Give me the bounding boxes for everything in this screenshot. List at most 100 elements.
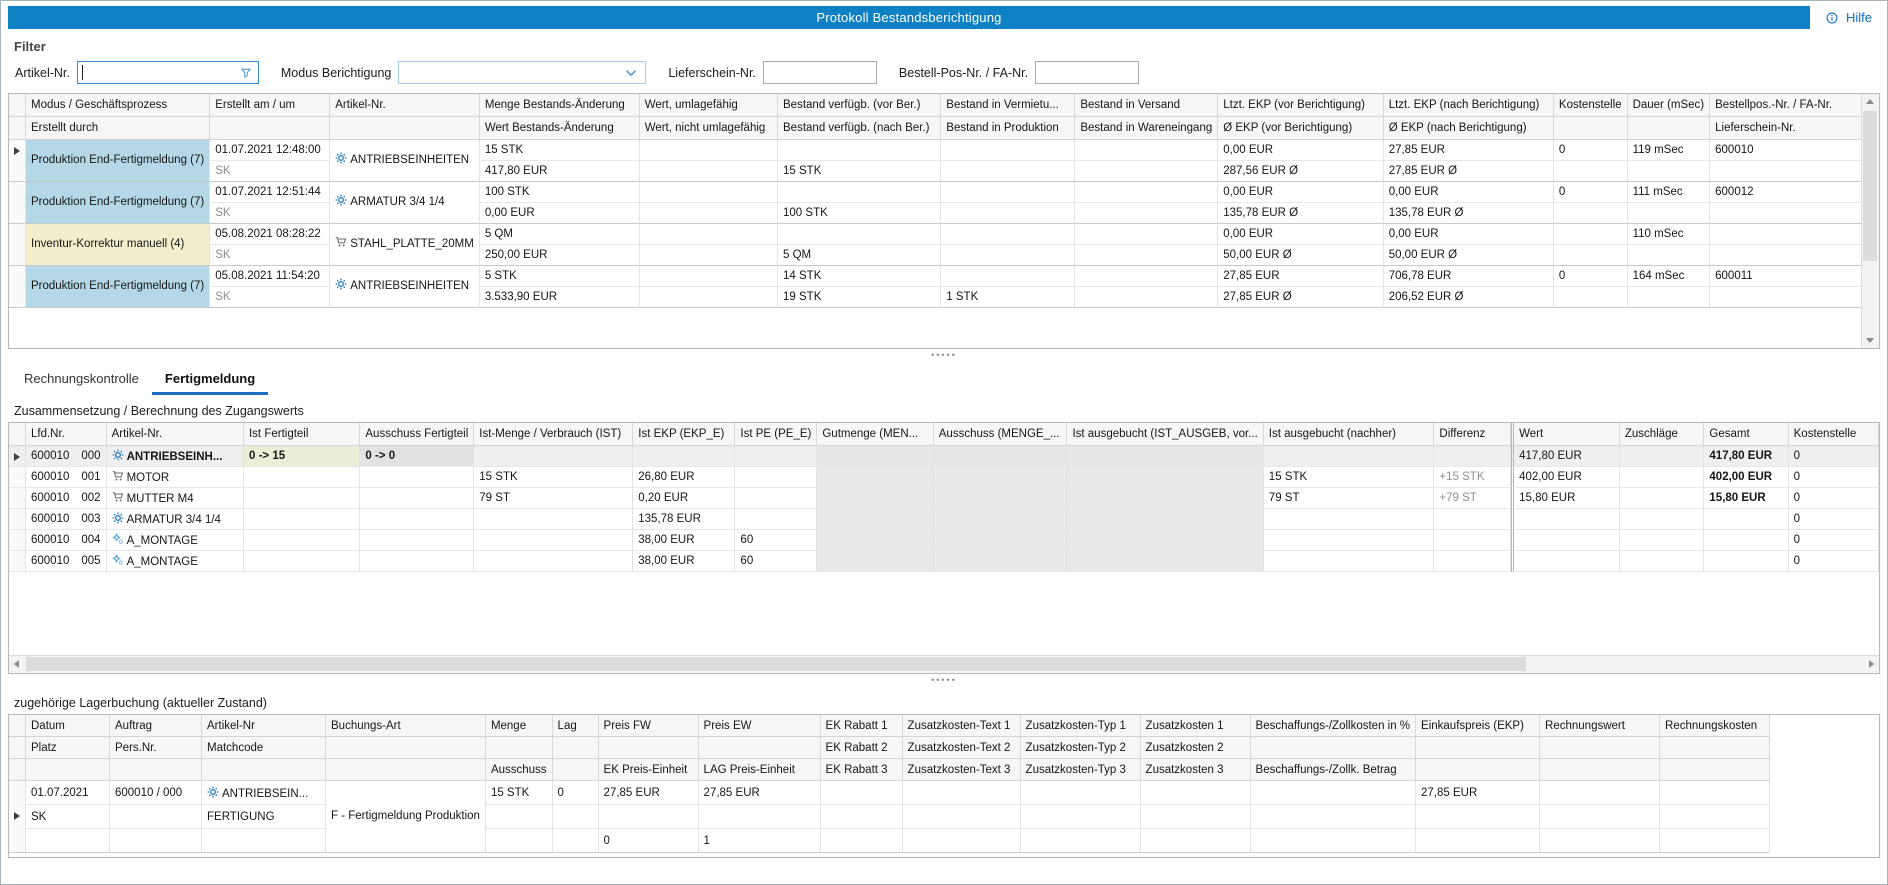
- cell-value[interactable]: 0: [1789, 509, 1879, 530]
- column-header[interactable]: Ist EKP (EKP_E): [633, 423, 735, 446]
- cell-value[interactable]: [640, 161, 778, 182]
- cell-value[interactable]: [941, 203, 1075, 224]
- cell-value[interactable]: [1434, 509, 1511, 530]
- cell-artikel[interactable]: ANTRIEBSEIN...: [202, 781, 326, 805]
- column-header[interactable]: [110, 759, 202, 781]
- cell-erstellt-am[interactable]: 05.08.2021 11:54:20: [210, 266, 330, 287]
- column-header[interactable]: [326, 759, 486, 781]
- cell-ist-fertigteil[interactable]: [244, 467, 360, 488]
- cell-value[interactable]: 110 mSec: [1628, 224, 1711, 245]
- cell-beschaffung[interactable]: [1251, 781, 1416, 805]
- cell-value[interactable]: [1554, 287, 1628, 308]
- column-header[interactable]: Bestand in Produktion: [941, 117, 1075, 140]
- cell-ist-fertigteil[interactable]: 0 -> 15: [244, 446, 360, 467]
- vertical-scrollbar[interactable]: [1861, 94, 1879, 348]
- cell-value[interactable]: 0,00 EUR: [1218, 224, 1383, 245]
- cell-value[interactable]: 5 QM: [778, 245, 941, 266]
- cell-value[interactable]: [202, 829, 326, 853]
- column-header[interactable]: Bestand verfügb. (vor Ber.): [778, 94, 941, 117]
- column-header[interactable]: [330, 117, 480, 140]
- cell-value[interactable]: [1511, 551, 1620, 572]
- cell-lag[interactable]: 0: [553, 781, 599, 805]
- column-header[interactable]: Zusatzkosten 2: [1141, 737, 1251, 759]
- cell-value[interactable]: [941, 140, 1075, 161]
- cell-value[interactable]: [640, 182, 778, 203]
- column-header[interactable]: Matchcode: [202, 737, 326, 759]
- cell-zusatzkosten-typ[interactable]: [1021, 781, 1141, 805]
- cell-rechnungskosten[interactable]: [1660, 781, 1770, 805]
- cell-value[interactable]: 417,80 EUR: [1704, 446, 1788, 467]
- cell-value[interactable]: 0: [1554, 140, 1628, 161]
- column-header[interactable]: Datum: [26, 715, 110, 737]
- cell-value[interactable]: 1 STK: [941, 287, 1075, 308]
- cell-value[interactable]: [934, 509, 1068, 530]
- cell-ek-rabatt[interactable]: [821, 781, 903, 805]
- cell-value[interactable]: +15 STK: [1434, 467, 1511, 488]
- cell-lfdnr[interactable]: 600010004: [26, 530, 107, 551]
- cell-menge[interactable]: 15 STK: [486, 781, 553, 805]
- table-row[interactable]: Produktion End-Fertigmeldung (7)01.07.20…: [9, 140, 1862, 161]
- cell-value[interactable]: [778, 140, 941, 161]
- column-header[interactable]: Lag: [553, 715, 599, 737]
- cell-artikel[interactable]: ARMATUR 3/4 1/4: [330, 182, 480, 224]
- column-header[interactable]: Erstellt durch: [26, 117, 210, 140]
- cell-value[interactable]: 60: [735, 551, 817, 572]
- cell-value[interactable]: 15 STK: [480, 140, 640, 161]
- cell-erstellt-am[interactable]: 01.07.2021 12:48:00: [210, 140, 330, 161]
- column-header[interactable]: EK Rabatt 2: [821, 737, 903, 759]
- tab-rechnungskontrolle[interactable]: Rechnungskontrolle: [11, 366, 152, 395]
- cell-value[interactable]: [934, 467, 1068, 488]
- cell-zusatzkosten[interactable]: [1141, 781, 1251, 805]
- cell-value[interactable]: [1540, 805, 1660, 829]
- column-header[interactable]: Zuschläge: [1620, 423, 1705, 446]
- cell-value[interactable]: [1264, 551, 1435, 572]
- cell-ausschuss-fertigteil[interactable]: [360, 488, 474, 509]
- help-link[interactable]: Hilfe: [1826, 10, 1872, 25]
- cell-modus[interactable]: Inventur-Korrektur manuell (4): [26, 224, 210, 266]
- cell-modus[interactable]: Produktion End-Fertigmeldung (7): [26, 182, 210, 224]
- cell-value[interactable]: 26,80 EUR: [633, 467, 735, 488]
- cell-value[interactable]: [1628, 203, 1711, 224]
- column-header[interactable]: Ltzt. EKP (nach Berichtigung): [1384, 94, 1554, 117]
- cell-zusatzkosten-text[interactable]: [903, 781, 1021, 805]
- cell-ist-fertigteil[interactable]: [244, 488, 360, 509]
- cell-modus[interactable]: Produktion End-Fertigmeldung (7): [26, 266, 210, 308]
- filter-funnel-icon[interactable]: [240, 67, 255, 79]
- table-row[interactable]: SKFERTIGUNG: [9, 805, 1770, 829]
- cell-value[interactable]: [1511, 509, 1620, 530]
- column-header[interactable]: Gutmenge (MEN...: [817, 423, 933, 446]
- cell-value[interactable]: [474, 446, 633, 467]
- column-header[interactable]: Zusatzkosten-Typ 1: [1021, 715, 1141, 737]
- cell-value[interactable]: [553, 805, 599, 829]
- cell-value[interactable]: 15 STK: [1264, 467, 1435, 488]
- scroll-down-arrow[interactable]: [1862, 332, 1878, 348]
- table-row[interactable]: 600010001MOTOR15 STK26,80 EUR15 STK+15 S…: [9, 467, 1879, 488]
- column-header[interactable]: [553, 737, 599, 759]
- cell-value[interactable]: [1511, 530, 1620, 551]
- cell-value[interactable]: [735, 446, 817, 467]
- cell-value[interactable]: [1264, 509, 1435, 530]
- column-header[interactable]: Platz: [26, 737, 110, 759]
- cell-value[interactable]: [640, 203, 778, 224]
- cell-value[interactable]: [1620, 551, 1705, 572]
- cell-value[interactable]: 27,85 EUR: [1384, 140, 1554, 161]
- cell-value[interactable]: 402,00 EUR: [1511, 467, 1620, 488]
- cell-value[interactable]: [633, 446, 735, 467]
- column-header[interactable]: Kostenstelle: [1554, 94, 1628, 117]
- column-header[interactable]: [1416, 759, 1540, 781]
- cell-value[interactable]: 0: [1789, 467, 1879, 488]
- table-row[interactable]: Produktion End-Fertigmeldung (7)05.08.20…: [9, 266, 1862, 287]
- scroll-left-arrow[interactable]: [9, 656, 25, 672]
- cell-buchungs-art[interactable]: F - Fertigmeldung Produktion: [326, 781, 486, 853]
- cell-value[interactable]: 0: [1789, 551, 1879, 572]
- cell-value[interactable]: [934, 551, 1068, 572]
- table-row[interactable]: Inventur-Korrektur manuell (4)05.08.2021…: [9, 224, 1862, 245]
- cell-value[interactable]: [941, 245, 1075, 266]
- column-header[interactable]: [599, 737, 699, 759]
- cell-value[interactable]: 0: [1789, 488, 1879, 509]
- cell-lfdnr[interactable]: 600010000: [26, 446, 107, 467]
- cell-value[interactable]: [474, 509, 633, 530]
- cell-value[interactable]: 417,80 EUR: [480, 161, 640, 182]
- cell-value[interactable]: [26, 829, 110, 853]
- cell-value[interactable]: [1704, 530, 1788, 551]
